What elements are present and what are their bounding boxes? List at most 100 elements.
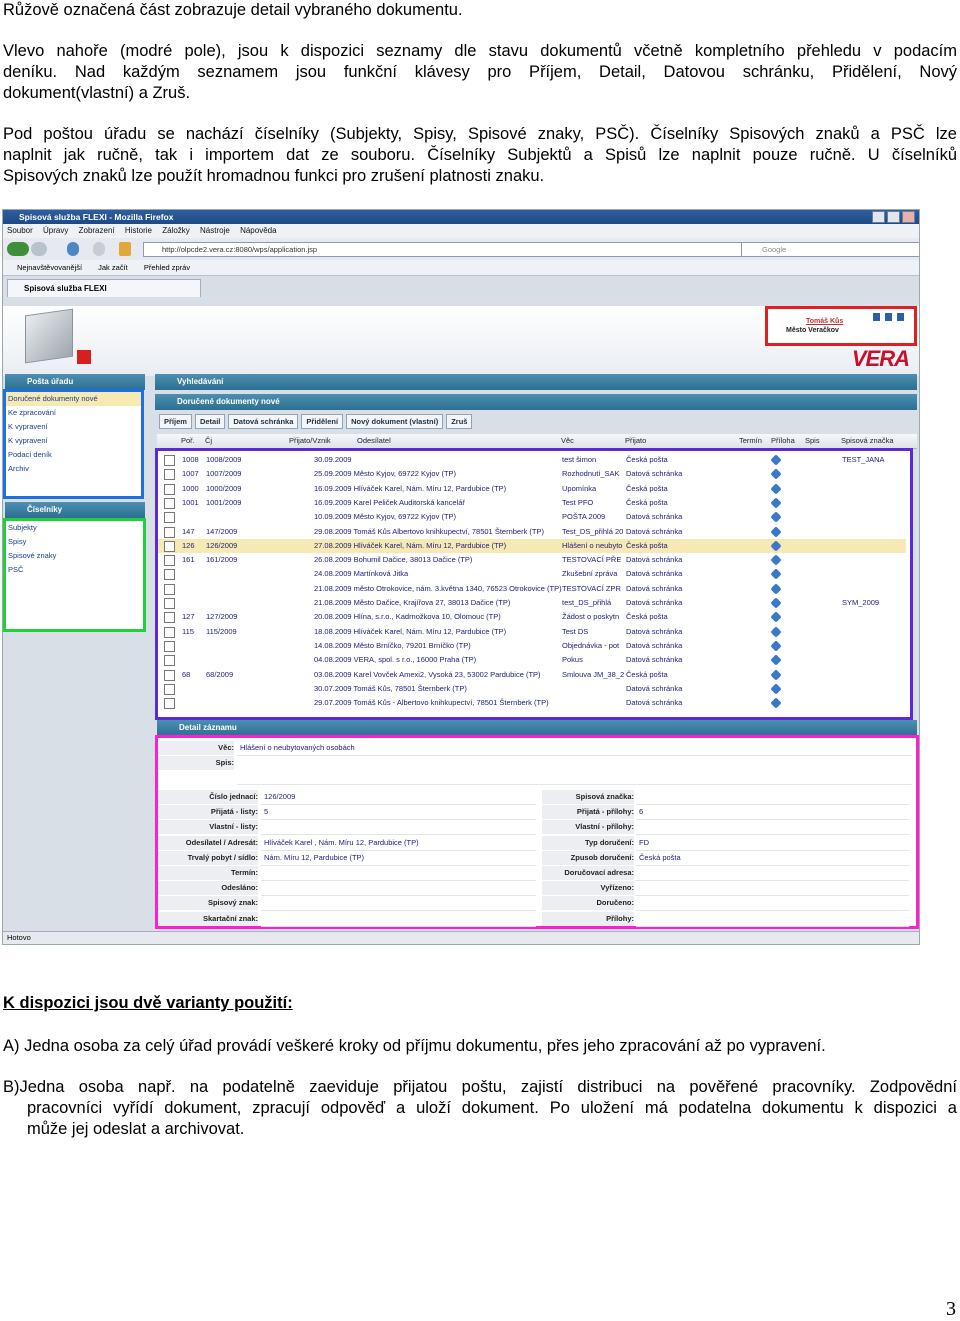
edit-icon[interactable]: [770, 625, 782, 638]
row-checkbox[interactable]: [164, 469, 175, 481]
table-row[interactable]: 161 161/2009 26.08.2009 Bohumil Dačice, 38…: [158, 553, 906, 567]
column-header[interactable]: Příloha: [771, 434, 795, 448]
ciselnik-item[interactable]: Spisové znaky: [6, 549, 143, 563]
column-header[interactable]: Přijato: [625, 434, 646, 448]
row-checkbox[interactable]: [164, 612, 175, 624]
row-checkbox[interactable]: [164, 483, 175, 495]
bookmark-item[interactable]: Jak začít: [98, 263, 128, 272]
row-checkbox[interactable]: [164, 569, 175, 581]
prijem-button[interactable]: Příjem: [159, 414, 192, 429]
detail-button[interactable]: Detail: [194, 414, 226, 429]
table-row[interactable]: 127 127/2009 20.08.2009 Hlína, s.r.o., Kad…: [158, 610, 906, 624]
left-list-item[interactable]: Podací deník: [6, 448, 141, 462]
browser-tab[interactable]: Spisová služba FLEXI: [7, 279, 201, 297]
row-checkbox[interactable]: [164, 640, 175, 652]
edit-icon[interactable]: [770, 668, 782, 681]
left-list-item[interactable]: Ke zpracování: [6, 406, 141, 420]
ciselnik-item[interactable]: Subjekty: [6, 521, 143, 535]
edit-icon[interactable]: [770, 683, 782, 695]
edit-icon[interactable]: [770, 640, 782, 652]
column-header[interactable]: Odesílatel: [357, 434, 391, 448]
edit-icon[interactable]: [770, 511, 782, 523]
table-row[interactable]: 30.07.2009 Tomáš Kůs, 78501 Šternberk (T…: [158, 682, 906, 696]
edit-icon[interactable]: [770, 597, 782, 609]
table-row[interactable]: 1000 1000/2009 16.09.2009 Hlíváček Karel, …: [158, 482, 906, 496]
info-icon[interactable]: [885, 313, 892, 321]
stop-icon[interactable]: [93, 242, 105, 256]
edit-icon[interactable]: [770, 554, 782, 566]
edit-icon[interactable]: [770, 482, 782, 495]
left-list-item[interactable]: Archiv: [6, 462, 141, 476]
novy-dokument-button[interactable]: Nový dokument (vlastní): [346, 414, 444, 429]
help-icon[interactable]: [873, 313, 880, 321]
column-header[interactable]: Věc: [561, 434, 574, 448]
bookmark-item[interactable]: Přehled zpráv: [144, 263, 190, 272]
row-checkbox[interactable]: [164, 526, 175, 538]
edit-icon[interactable]: [770, 540, 782, 552]
column-header[interactable]: Termín: [739, 434, 762, 448]
column-header[interactable]: Poř.: [181, 434, 195, 448]
row-checkbox[interactable]: [164, 598, 175, 609]
edit-icon[interactable]: [770, 468, 782, 480]
left-list-item[interactable]: K vypravení: [6, 420, 141, 434]
user-name[interactable]: Tomáš Kůs: [806, 318, 843, 325]
table-row[interactable]: 126 126/2009 27.08.2009 Hlíváček Karel, Ná…: [158, 538, 906, 553]
table-row[interactable]: 24.08.2009 Martínková Jitka Zkušební zprá…: [158, 567, 906, 581]
table-row[interactable]: 147 147/2009 29.08.2009 Tomáš Kůs Albertov…: [158, 525, 906, 539]
reload-icon[interactable]: [67, 242, 79, 256]
back-icon[interactable]: [7, 242, 29, 256]
menu-item[interactable]: Soubor: [7, 226, 33, 235]
edit-icon[interactable]: [770, 525, 782, 538]
ciselnik-item[interactable]: Spisy: [6, 535, 143, 549]
edit-icon[interactable]: [770, 497, 782, 509]
row-checkbox[interactable]: [164, 555, 175, 567]
table-row[interactable]: 21.08.2009 město Otrokovice, nám. 3.květ…: [158, 582, 906, 596]
table-row[interactable]: 1008 1008/2009 30.09.2009 test šimon Česká p…: [158, 453, 906, 467]
search-input[interactable]: Google: [741, 242, 919, 257]
menu-item[interactable]: Zobrazení: [79, 226, 115, 235]
row-checkbox[interactable]: [164, 540, 175, 552]
settings-icon[interactable]: [897, 313, 904, 321]
left-list-item[interactable]: Doručené dokumenty nové: [6, 392, 141, 406]
table-row[interactable]: 21.08.2009 Město Dačice, Krajířova 27, 3…: [158, 596, 906, 610]
ciselnik-item[interactable]: PSČ: [6, 563, 143, 577]
left-list-item[interactable]: K vypravení: [6, 434, 141, 448]
edit-icon[interactable]: [770, 654, 782, 666]
table-row[interactable]: 1007 1007/2009 25.09.2009 Město Kyjov, 697…: [158, 467, 906, 481]
minimize-icon[interactable]: [872, 211, 885, 223]
table-row[interactable]: 14.08.2009 Město Brníčko, 79201 Brníčko …: [158, 639, 906, 653]
menu-item[interactable]: Nástroje: [200, 226, 230, 235]
row-checkbox[interactable]: [164, 512, 175, 524]
prideleni-button[interactable]: Přidělení: [301, 414, 344, 429]
column-header[interactable]: Spisová značka: [841, 434, 894, 448]
column-header[interactable]: Přijato/Vznik: [289, 434, 331, 448]
zrus-button[interactable]: Zruš: [446, 414, 473, 429]
row-checkbox[interactable]: [164, 683, 175, 695]
row-checkbox[interactable]: [164, 698, 175, 710]
url-input[interactable]: http://olpcde2.vera.cz:8080/wps/applicat…: [143, 242, 743, 257]
row-checkbox[interactable]: [164, 655, 175, 667]
table-row[interactable]: 29.07.2009 Tomáš Kůs - Albertovo knihkup…: [158, 696, 906, 710]
row-checkbox[interactable]: [164, 583, 175, 595]
edit-icon[interactable]: [770, 697, 782, 709]
table-row[interactable]: 115 115/2009 18.08.2009 Hlíváček Karel, Ná…: [158, 625, 906, 639]
menu-item[interactable]: Záložky: [162, 226, 190, 235]
home-icon[interactable]: [119, 242, 131, 256]
column-header[interactable]: Čj: [205, 434, 212, 448]
table-row[interactable]: 68 68/2009 03.08.2009 Karel Vovček Amexi2,…: [158, 668, 906, 682]
search-header[interactable]: Vyhledávání: [155, 374, 917, 390]
row-checkbox[interactable]: [164, 455, 175, 466]
close-icon[interactable]: [902, 211, 915, 223]
menu-item[interactable]: Úpravy: [43, 226, 68, 235]
row-checkbox[interactable]: [164, 626, 175, 638]
datova-schranka-button[interactable]: Datová schránka: [228, 414, 299, 429]
table-row[interactable]: 1001 1001/2009 16.09.2009 Karel Peliček Au…: [158, 496, 906, 510]
edit-icon[interactable]: [770, 454, 782, 466]
left-panel-header[interactable]: Pošta úřadu: [5, 374, 145, 390]
ciselniky-header[interactable]: Číselníky: [5, 502, 145, 518]
maximize-icon[interactable]: [887, 211, 900, 223]
edit-icon[interactable]: [770, 568, 782, 581]
table-row[interactable]: 04.08.2009 VERA, spol. s r.o., 16000 Pra…: [158, 653, 906, 667]
menu-item[interactable]: Historie: [125, 226, 152, 235]
row-checkbox[interactable]: [164, 669, 175, 681]
